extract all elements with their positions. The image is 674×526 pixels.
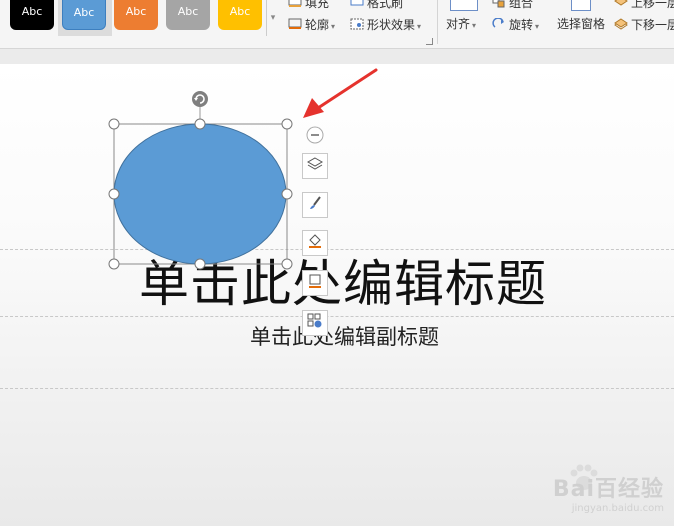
collapse-toolbar-button[interactable] (306, 126, 324, 144)
layers-button[interactable] (302, 153, 328, 179)
paint-bucket-icon (307, 233, 323, 253)
baidu-paw-icon (568, 463, 600, 497)
resize-handle-s[interactable] (194, 258, 206, 270)
resize-handle-w[interactable] (108, 188, 120, 200)
resize-handle-ne[interactable] (281, 118, 293, 130)
outline-color-button[interactable] (302, 270, 328, 296)
resize-handle-nw[interactable] (108, 118, 120, 130)
outline-square-icon (307, 273, 323, 293)
resize-handle-e[interactable] (281, 188, 293, 200)
shape-style-button[interactable] (302, 192, 328, 218)
paintbrush-icon (307, 195, 323, 215)
resize-handle-se[interactable] (281, 258, 293, 270)
shape-format-button[interactable] (302, 310, 328, 336)
resize-handle-sw[interactable] (108, 258, 120, 270)
shape-overlay (108, 68, 378, 270)
resize-handle-n[interactable] (194, 118, 206, 130)
annotation-arrow-icon (303, 68, 378, 118)
watermark: Bai百经验 jingyan.baidu.com (553, 464, 664, 514)
format-grid-icon (307, 313, 323, 333)
layers-icon (306, 156, 324, 176)
ellipse-shape[interactable] (113, 123, 287, 265)
fill-color-button[interactable] (302, 230, 328, 256)
rotate-handle-icon[interactable] (192, 91, 208, 107)
watermark-url: jingyan.baidu.com (571, 503, 664, 514)
